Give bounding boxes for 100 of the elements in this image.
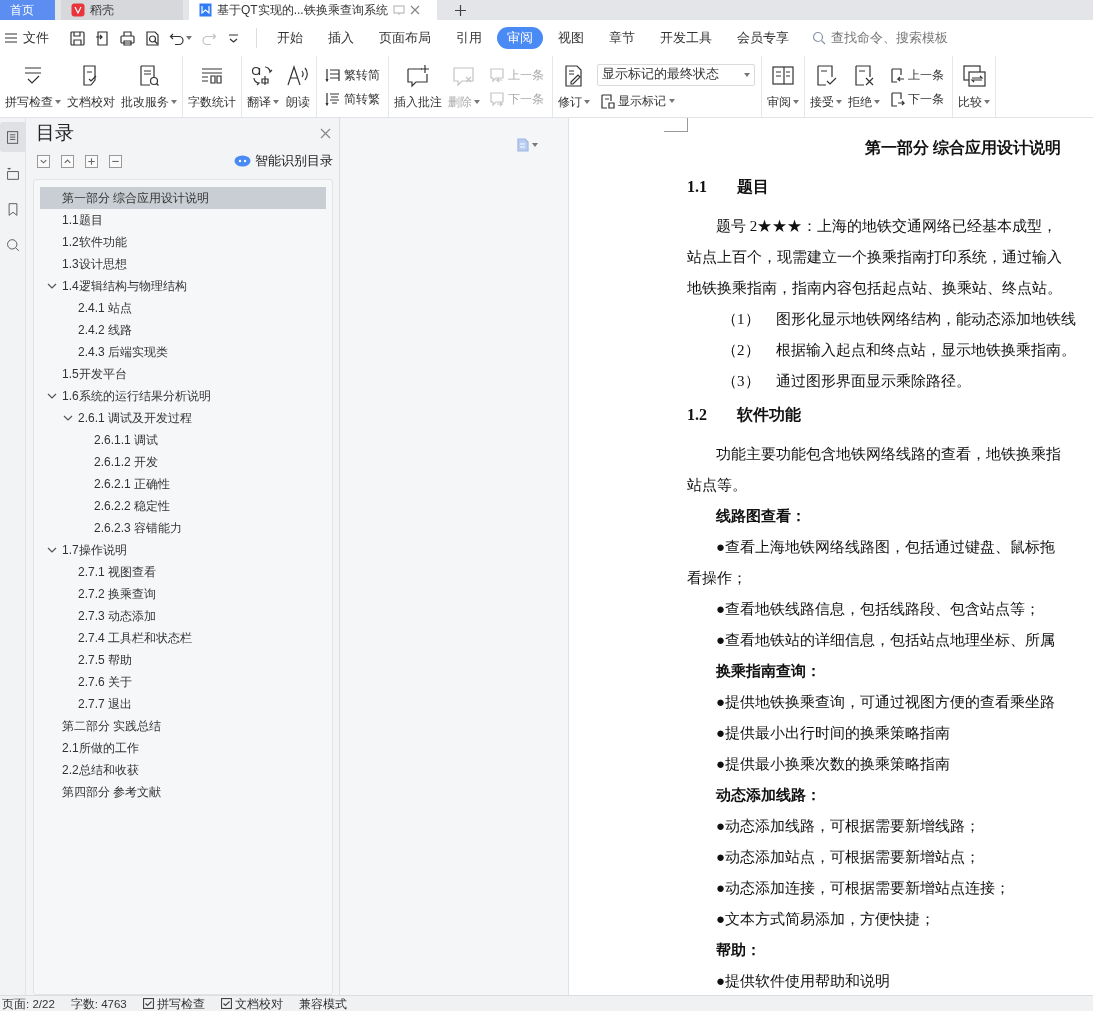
list-item-text: 图形化显示地铁网络结构，能动态添加地铁线 (775, 310, 1076, 329)
caret-icon (55, 99, 61, 104)
toc-item[interactable]: 1.5开发平台 (40, 363, 326, 385)
toc-item[interactable]: 第二部分 实践总结 (40, 715, 326, 737)
ribbon-button[interactable]: 翻译 (244, 56, 282, 117)
paragraph-text: 站点上百个，现需建立一个换乘指南打印系统，通过输入 (687, 249, 1062, 265)
smart-toc-button[interactable]: 智能识别目录 (234, 151, 333, 171)
ribbon-button[interactable]: 修订 (555, 56, 593, 117)
list-item-text: 根据输入起点和终点站，显示地铁换乘指南。 (775, 341, 1076, 360)
ribbon-button[interactable]: 简转繁 (323, 89, 382, 108)
app-logo-icon (71, 3, 85, 17)
toc-item[interactable]: 2.7.4 工具栏和状态栏 (40, 627, 326, 649)
ribbon-button[interactable]: 插入批注 (391, 56, 445, 117)
toc-item[interactable]: 2.7.1 视图查看 (40, 561, 326, 583)
status-toggle[interactable]: 文档校对 (220, 996, 283, 1011)
ribbon-tab[interactable]: 开始 (267, 26, 313, 50)
ribbon-button[interactable]: 繁转简 (323, 65, 382, 84)
collapse-button[interactable] (37, 154, 50, 168)
ribbon-tab[interactable]: 章节 (599, 26, 645, 50)
ribbon-button[interactable]: 接受 (807, 56, 845, 117)
ribbon-tab[interactable]: 引用 (446, 26, 492, 50)
toc-item[interactable]: 1.6系统的运行结果分析说明 (40, 385, 326, 407)
toc-item[interactable]: 2.6.2.1 正确性 (40, 473, 326, 495)
toc-item[interactable]: 2.4.1 站点 (40, 297, 326, 319)
toc-item[interactable]: 2.7.3 动态添加 (40, 605, 326, 627)
plus-icon (455, 4, 466, 16)
caret-icon (474, 99, 480, 104)
heading-number: 1.1 (687, 177, 707, 197)
toc-item[interactable]: 2.6.1 调试及开发过程 (40, 407, 326, 429)
ribbon-tab[interactable]: 会员专享 (727, 26, 799, 50)
toc-item[interactable]: 2.4.2 线路 (40, 319, 326, 341)
sidebar-tab[interactable] (0, 122, 26, 152)
ribbon-button[interactable]: 字数统计 (185, 56, 239, 117)
comment-add-icon (405, 62, 431, 89)
paragraph-text: ●提供最小换乘次数的换乘策略指南 (716, 756, 951, 772)
ribbon-button[interactable]: 比较 (955, 56, 993, 117)
close-button[interactable] (318, 127, 333, 139)
toc-item[interactable]: 1.1题目 (40, 209, 326, 231)
document-title: 第一部分 综合应用设计说明 (864, 138, 1062, 158)
toc-item[interactable]: 2.6.1.2 开发 (40, 451, 326, 473)
toc-item[interactable]: 2.7.2 换乘查询 (40, 583, 326, 605)
paragraph-text: ●文本方式简易添加，方便快捷； (716, 911, 936, 927)
ribbon-button[interactable]: 拼写检查 (2, 56, 64, 117)
markup-dropdown[interactable]: 显示标记的最终状态 (597, 63, 755, 86)
ribbon-button[interactable]: 文档校对 (64, 56, 118, 117)
toc-item[interactable]: 2.7.5 帮助 (40, 649, 326, 671)
heading-number: 1.2 (687, 405, 707, 425)
caret-icon (273, 99, 279, 104)
menu-icon (4, 32, 18, 44)
file-menu-button[interactable]: 文件 (0, 28, 53, 48)
expand-up-button[interactable] (61, 154, 74, 168)
previous-comment-icon (489, 66, 505, 83)
toc-item[interactable]: 1.4逻辑结构与物理结构 (40, 275, 326, 297)
paragraph-text: 站点等。 (687, 477, 747, 493)
window-tab[interactable]: 基于QT实现的...铁换乘查询系统 (189, 0, 437, 20)
preview-icon (144, 29, 161, 47)
toc-item[interactable]: 第四部分 参考文献 (40, 781, 326, 803)
ribbon-button[interactable]: 上一条 (887, 65, 946, 84)
panel-title: 目录 (36, 120, 74, 145)
toc-item[interactable]: 2.2总结和收获 (40, 759, 326, 781)
status-toggle[interactable]: 拼写检查 (142, 996, 205, 1011)
toc-item[interactable]: 1.7操作说明 (40, 539, 326, 561)
ribbon-tab[interactable]: 页面布局 (369, 26, 441, 50)
toc-item[interactable]: 1.2软件功能 (40, 231, 326, 253)
ribbon-tab[interactable]: 开发工具 (650, 26, 722, 50)
ribbon-button[interactable]: 批改服务 (118, 56, 180, 117)
paragraph-text: 题号 2★★★：上海的地铁交通网络已经基本成型， (716, 218, 1058, 234)
paragraph-label: 线路图查看： (716, 508, 806, 524)
toc-item[interactable]: 2.7.6 关于 (40, 671, 326, 693)
page-corner-mark (664, 118, 688, 132)
ribbon-button[interactable]: 拒绝 (845, 56, 883, 117)
ribbon-tab[interactable]: 插入 (318, 26, 364, 50)
caret-icon (532, 143, 538, 147)
checked-box-icon (220, 998, 232, 1009)
robot-icon (234, 155, 251, 167)
window-tab[interactable]: 稻壳 (61, 0, 183, 20)
toc-item[interactable]: 2.6.2.2 稳定性 (40, 495, 326, 517)
ribbon-tab[interactable]: 视图 (548, 26, 594, 50)
caret-icon (186, 36, 192, 40)
command-search-field[interactable]: 查找命令、搜索模板 (812, 27, 969, 49)
caret-icon (793, 99, 799, 104)
caret-icon (984, 99, 990, 104)
ribbon-button[interactable]: 审阅 (764, 56, 802, 117)
paragraph-text: 地铁换乘指南，指南内容包括起点站、换乘站、终点站。 (687, 280, 1062, 296)
toc-item[interactable]: 2.4.3 后端实现类 (40, 341, 326, 363)
ribbon-button[interactable]: 朗读 (282, 56, 314, 117)
toc-item[interactable]: 2.6.2.3 容错能力 (40, 517, 326, 539)
toc-item[interactable]: 2.6.1.1 调试 (40, 429, 326, 451)
show-markup-button[interactable]: 显示标记 (597, 91, 755, 110)
ribbon-button[interactable]: 下一条 (887, 89, 946, 108)
export-icon (94, 29, 111, 47)
toc-item[interactable]: 1.3设计思想 (40, 253, 326, 275)
toc-item[interactable]: 2.1所做的工作 (40, 737, 326, 759)
status-text: 字数: 4763 (70, 996, 127, 1011)
toc-item[interactable]: 2.7.7 退出 (40, 693, 326, 715)
remove-level-button[interactable] (109, 154, 122, 168)
checked-box-icon (142, 998, 154, 1009)
add-level-button[interactable] (85, 154, 98, 168)
toc-item[interactable]: 第一部分 综合应用设计说明 (40, 187, 326, 209)
page-menu-button[interactable] (517, 138, 538, 152)
